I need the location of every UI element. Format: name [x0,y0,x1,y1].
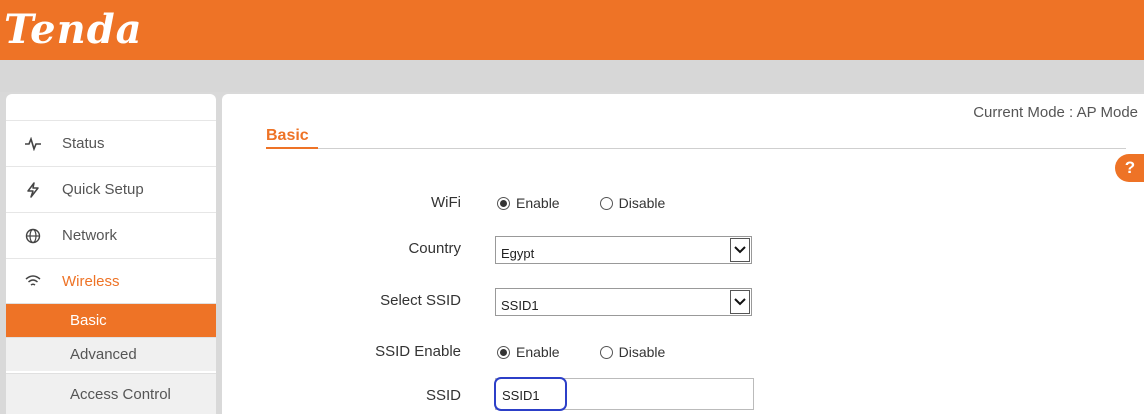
sidebar-subitem-access-control[interactable]: Access Control [6,373,216,414]
section-title-underline [266,147,318,149]
ssid-enable-row: SSID Enable Enable Disable [222,337,1144,367]
radio-selected-icon [497,196,510,210]
radio-label: Disable [618,344,666,360]
sidebar-item-label: Wireless [62,272,120,290]
current-mode-text: Current Mode : AP Mode [973,104,1138,121]
ssid-enable-label: SSID Enable [375,343,461,360]
chevron-down-icon [730,238,750,262]
ssid-disable-radio[interactable]: Disable [599,344,666,360]
radio-label: Enable [516,195,560,211]
wifi-radio-group: Enable Disable [497,195,705,211]
ssid-enable-radio[interactable]: Enable [497,344,560,360]
wifi-icon [22,274,44,288]
wifi-disable-radio[interactable]: Disable [599,195,666,211]
sidebar-subitem-advanced[interactable]: Advanced [6,337,216,371]
ssid-select[interactable]: SSID1 [495,288,752,316]
radio-selected-icon [497,345,510,359]
section-divider [266,148,1126,149]
country-row: Country Egypt [222,234,1144,264]
radio-label: Enable [516,344,560,360]
ssid-input[interactable]: SSID1 [494,377,754,411]
radio-unselected-icon [599,345,613,359]
help-button[interactable]: ? [1115,154,1144,182]
country-value: Egypt [501,246,535,261]
chevron-down-icon [730,290,750,314]
header-bar: Tenda [0,0,1144,60]
sidebar-item-quick-setup[interactable]: Quick Setup [6,166,216,212]
radio-label: Disable [618,195,666,211]
wifi-label: WiFi [431,194,461,211]
sidebar-item-network[interactable]: Network [6,212,216,258]
sidebar-item-label: Status [62,135,105,152]
country-label: Country [408,240,461,257]
ssid-input-value: SSID1 [502,388,540,403]
wifi-row: WiFi Enable Disable [222,188,1144,218]
sidebar-item-wireless[interactable]: Wireless [6,258,216,303]
section-title: Basic [266,127,309,144]
wifi-enable-radio[interactable]: Enable [497,195,560,211]
sidebar-subitem-basic[interactable]: Basic [6,303,216,337]
radio-unselected-icon [599,196,613,210]
pulse-icon [22,136,44,151]
select-ssid-row: Select SSID SSID1 [222,286,1144,316]
ssid-label: SSID [425,387,461,404]
lightning-icon [22,181,44,198]
globe-icon [22,228,44,244]
sub-header-bar [0,60,1144,92]
sidebar-item-label: Network [62,227,118,244]
ssid-enable-radio-group: Enable Disable [497,344,705,360]
tenda-logo: Tenda [4,6,143,53]
sidebar: Status Quick Setup Network Wireless Basi… [6,94,216,414]
country-select[interactable]: Egypt [495,236,752,264]
ssid-row: SSID SSID1 [222,377,1144,411]
sidebar-item-status[interactable]: Status [6,120,216,166]
sidebar-item-label: Quick Setup [62,181,144,198]
select-ssid-label: Select SSID [380,292,461,309]
ssid-select-value: SSID1 [501,298,539,313]
main-panel: Current Mode : AP Mode Basic ? WiFi Enab… [222,94,1144,414]
